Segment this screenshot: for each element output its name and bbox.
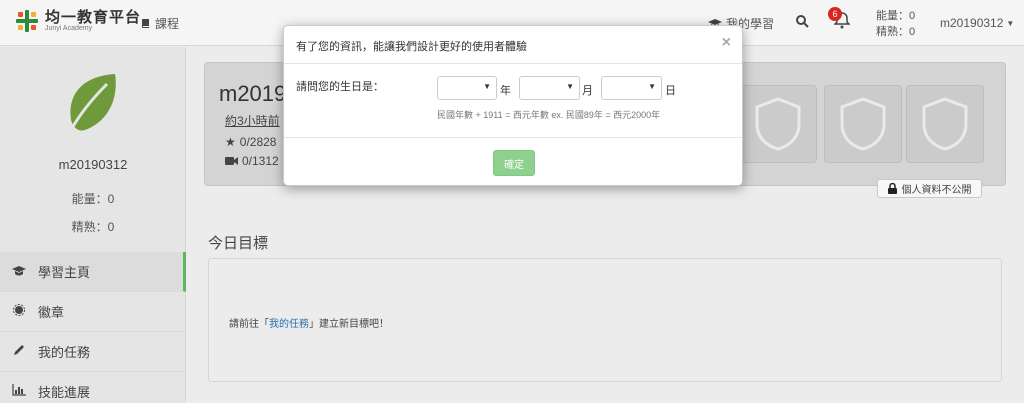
modal-body: 請問您的生日是： ▼ 年 ▼ 月 ▼ 日 民國年數 + 1911 = 西元年數 … <box>284 64 742 137</box>
modal-title: 有了您的資訊，能讓我們設計更好的使用者體驗 <box>296 41 527 53</box>
birthday-question-label: 請問您的生日是： <box>296 81 384 93</box>
close-icon[interactable]: × <box>722 35 731 51</box>
modal-header: 有了您的資訊，能讓我們設計更好的使用者體驗 × <box>284 26 742 64</box>
year-unit-label: 年 <box>500 85 511 97</box>
birthday-modal: 有了您的資訊，能讓我們設計更好的使用者體驗 × 請問您的生日是： ▼ 年 ▼ 月… <box>283 25 743 186</box>
confirm-button[interactable]: 確定 <box>493 150 535 176</box>
year-conversion-hint: 民國年數 + 1911 = 西元年數 ex. 民國89年 = 西元2000年 <box>437 110 661 120</box>
caret-down-icon: ▼ <box>648 82 656 91</box>
modal-footer: 確定 <box>284 137 742 187</box>
month-unit-label: 月 <box>582 85 593 97</box>
caret-down-icon: ▼ <box>483 82 491 91</box>
day-select[interactable]: ▼ <box>601 76 662 100</box>
year-select[interactable]: ▼ <box>437 76 497 100</box>
caret-down-icon: ▼ <box>566 82 574 91</box>
month-select[interactable]: ▼ <box>519 76 580 100</box>
day-unit-label: 日 <box>665 85 676 97</box>
